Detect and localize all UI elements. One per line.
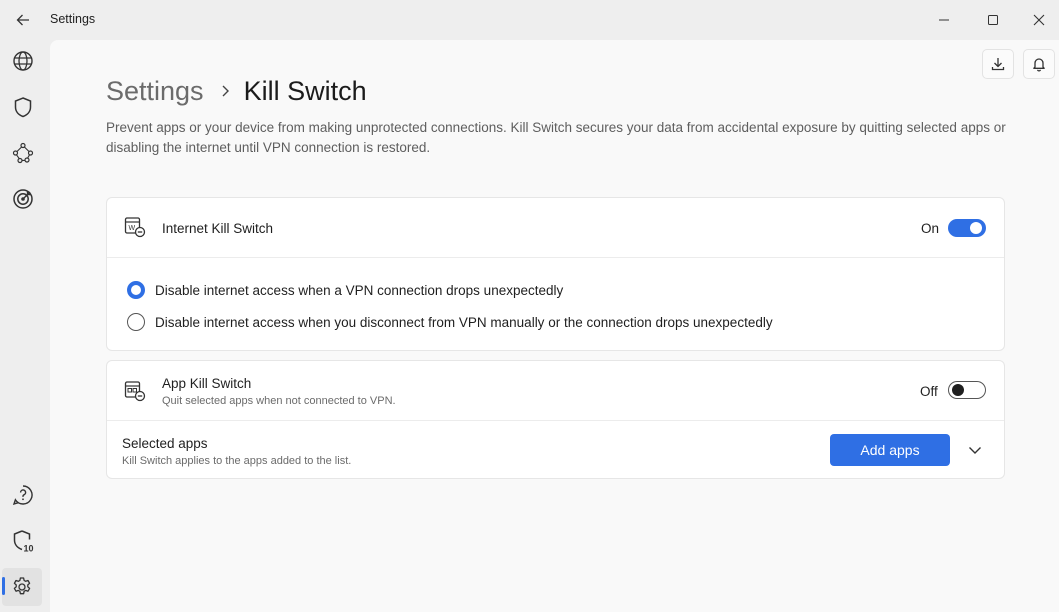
shield-10-icon[interactable]: 10 xyxy=(8,526,38,556)
shield-badge-count: 10 xyxy=(24,544,34,554)
selected-apps-subtitle: Kill Switch applies to the apps added to… xyxy=(122,455,352,467)
chevron-down-icon[interactable] xyxy=(964,439,986,461)
arrow-left-icon[interactable] xyxy=(12,9,34,31)
gear-icon[interactable] xyxy=(2,568,42,606)
radio-unselected[interactable] xyxy=(127,313,145,331)
minimize-icon[interactable] xyxy=(932,8,956,32)
option-drop-unexpectedly[interactable]: Disable internet access when a VPN conne… xyxy=(127,281,563,299)
mesh-network-icon[interactable] xyxy=(8,138,38,168)
internet-kill-switch-card: W Internet Kill Switch On Disable intern… xyxy=(106,197,1005,351)
option-disconnect-or-drop[interactable]: Disable internet access when you disconn… xyxy=(127,313,773,331)
selected-apps-title: Selected apps xyxy=(122,436,208,451)
settings-panel: Settings Kill Switch Prevent apps or you… xyxy=(50,40,1059,612)
close-icon[interactable] xyxy=(1027,8,1051,32)
window-title: Settings xyxy=(50,12,96,26)
title-bar: Settings xyxy=(0,0,1059,40)
target-icon[interactable] xyxy=(8,184,38,214)
svg-text:W: W xyxy=(129,225,136,232)
breadcrumb-settings-link[interactable]: Settings xyxy=(106,76,204,107)
bell-icon[interactable] xyxy=(1023,49,1055,79)
add-apps-button[interactable]: Add apps xyxy=(830,434,950,466)
chevron-right-icon xyxy=(220,84,230,98)
radio-label: Disable internet access when you disconn… xyxy=(155,314,773,330)
internet-kill-switch-toggle[interactable] xyxy=(948,219,986,237)
navigation-rail: 10 xyxy=(0,40,48,612)
maximize-icon[interactable] xyxy=(981,8,1005,32)
shield-icon[interactable] xyxy=(8,92,38,122)
internet-kill-switch-state: On xyxy=(921,221,940,236)
page-description: Prevent apps or your device from making … xyxy=(106,120,1006,155)
divider xyxy=(107,420,1004,421)
internet-kill-switch-title: Internet Kill Switch xyxy=(162,221,274,236)
page-title: Kill Switch xyxy=(243,75,367,106)
app-kill-switch-state: Off xyxy=(920,384,938,399)
divider xyxy=(107,257,1004,258)
app-kill-switch-subtitle: Quit selected apps when not connected to… xyxy=(162,395,396,407)
app-kill-switch-toggle[interactable] xyxy=(948,381,986,399)
globe-icon[interactable] xyxy=(8,46,38,76)
download-icon[interactable] xyxy=(982,49,1014,79)
help-icon[interactable] xyxy=(8,480,38,510)
app-kill-switch-title: App Kill Switch xyxy=(162,376,252,391)
app-kill-switch-icon xyxy=(124,380,146,402)
app-kill-switch-card: App Kill Switch Quit selected apps when … xyxy=(106,360,1005,479)
radio-selected[interactable] xyxy=(127,281,145,299)
breadcrumb: Settings Kill Switch xyxy=(106,75,367,107)
radio-label: Disable internet access when a VPN conne… xyxy=(155,282,564,298)
toggle-knob xyxy=(970,222,982,234)
active-nav-indicator xyxy=(2,577,5,595)
internet-kill-switch-icon: W xyxy=(124,216,146,238)
toggle-knob xyxy=(952,383,964,396)
